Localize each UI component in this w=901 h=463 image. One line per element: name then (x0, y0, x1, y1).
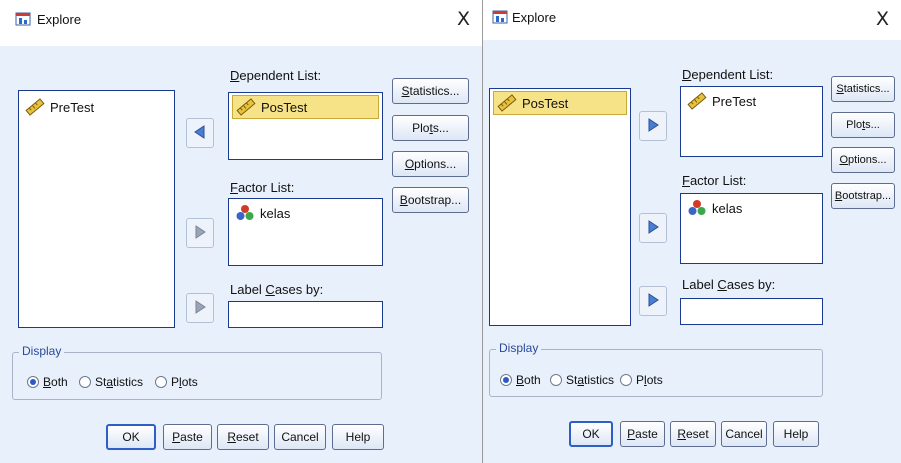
label-cases-label: Label Cases by: (230, 282, 324, 297)
ok-button[interactable]: OK (569, 421, 613, 447)
nominal-variable-icon (235, 204, 255, 222)
radio-both[interactable]: Both (500, 373, 541, 387)
cancel-button[interactable]: Cancel (721, 421, 767, 447)
window-title: Explore (37, 12, 82, 27)
window-title: Explore (512, 10, 557, 25)
paste-button[interactable]: Paste (163, 424, 212, 450)
ok-button[interactable]: OK (106, 424, 156, 450)
list-item[interactable]: PosTest (493, 91, 627, 115)
arrow-right-icon (645, 219, 661, 238)
move-to-dependent-button[interactable] (186, 118, 214, 148)
move-to-label-cases-button[interactable] (186, 293, 214, 323)
radio-unchecked-icon (155, 376, 167, 388)
label-cases-field[interactable] (680, 298, 823, 325)
factor-list[interactable]: kelas (228, 198, 383, 266)
help-button[interactable]: Help (332, 424, 384, 450)
display-group-title: Display (19, 344, 65, 358)
source-variable-list[interactable]: PreTest (18, 90, 175, 328)
display-group-title: Display (496, 341, 542, 355)
variable-name: kelas (712, 200, 743, 216)
radio-unchecked-icon (620, 374, 632, 386)
ruler-scale-icon (236, 98, 256, 116)
bootstrap-button[interactable]: Bootstrap... (392, 187, 469, 213)
factor-list-label: Factor List: (230, 180, 295, 195)
arrow-left-icon (192, 124, 208, 143)
source-variable-list[interactable]: PosTest (489, 88, 631, 326)
label-cases-label: Label Cases by: (682, 277, 776, 292)
variable-name: PreTest (712, 93, 757, 109)
dependent-list[interactable]: PosTest (228, 92, 383, 160)
bootstrap-button[interactable]: Bootstrap... (831, 183, 895, 209)
label-cases-field[interactable] (228, 301, 383, 328)
list-item[interactable]: PreTest (684, 89, 819, 113)
ruler-scale-icon (497, 94, 517, 112)
variable-name: PosTest (261, 99, 308, 115)
radio-checked-icon (500, 374, 512, 386)
options-button[interactable]: Options... (831, 147, 895, 173)
move-to-label-cases-button[interactable] (639, 286, 667, 316)
radio-unchecked-icon (550, 374, 562, 386)
display-group: Display Both St a tistics Pl ots (489, 341, 823, 397)
arrow-right-icon (192, 224, 208, 243)
statistics-button[interactable]: Statistics... (392, 78, 469, 104)
plots-button[interactable]: Plo t s... (831, 112, 895, 138)
close-icon[interactable]: X (876, 8, 889, 30)
dialog-client-area: PosTest Dependent List: PreTest Factor L… (483, 40, 901, 463)
factor-list-label: Factor List: (682, 173, 747, 188)
move-to-factor-button[interactable] (186, 218, 214, 248)
explore-dialog-1: Explore X PreTest Dependent List: PosTes… (0, 0, 482, 463)
display-group: Display Both St a tistics Pl ots (12, 344, 382, 400)
statistics-button[interactable]: Statistics... (831, 76, 895, 102)
nominal-variable-icon (687, 199, 707, 217)
radio-unchecked-icon (79, 376, 91, 388)
ruler-scale-icon (25, 98, 45, 116)
dependent-list-label: Dependent List: (230, 68, 322, 83)
arrow-right-icon (192, 299, 208, 318)
arrow-right-icon (645, 292, 661, 311)
reset-button[interactable]: Reset (217, 424, 269, 450)
reset-button[interactable]: Reset (670, 421, 716, 447)
help-button[interactable]: Help (773, 421, 819, 447)
radio-both[interactable]: Both (27, 375, 68, 389)
variable-name: PosTest (522, 95, 569, 111)
dialog-client-area: PreTest Dependent List: PosTest Factor L… (0, 46, 482, 463)
radio-statistics[interactable]: St a tistics (550, 373, 614, 387)
options-button[interactable]: Options... (392, 151, 469, 177)
paste-button[interactable]: Paste (620, 421, 665, 447)
variable-name: kelas (260, 205, 291, 221)
factor-list[interactable]: kelas (680, 193, 823, 264)
move-to-factor-button[interactable] (639, 213, 667, 243)
spss-app-icon (14, 11, 32, 27)
title-bar[interactable]: Explore X (0, 0, 482, 40)
ruler-scale-icon (687, 92, 707, 110)
radio-plots[interactable]: Pl ots (155, 375, 198, 389)
radio-plots[interactable]: Pl ots (620, 373, 663, 387)
plots-button[interactable]: Plo t s... (392, 115, 469, 141)
move-to-dependent-button[interactable] (639, 111, 667, 141)
radio-checked-icon (27, 376, 39, 388)
list-item[interactable]: PosTest (232, 95, 379, 119)
list-item[interactable]: PreTest (22, 95, 171, 119)
variable-name: PreTest (50, 99, 95, 115)
cancel-button[interactable]: Cancel (274, 424, 326, 450)
title-bar[interactable]: Explore X (483, 0, 901, 40)
list-item[interactable]: kelas (232, 201, 379, 225)
explore-dialog-2: Explore X PosTest Dependent List: PreTes… (482, 0, 901, 463)
dependent-list-label: Dependent List: (682, 67, 774, 82)
radio-statistics[interactable]: St a tistics (79, 375, 143, 389)
close-icon[interactable]: X (457, 8, 470, 30)
spss-app-icon (491, 9, 509, 25)
dependent-list[interactable]: PreTest (680, 86, 823, 157)
list-item[interactable]: kelas (684, 196, 819, 220)
arrow-right-icon (645, 117, 661, 136)
